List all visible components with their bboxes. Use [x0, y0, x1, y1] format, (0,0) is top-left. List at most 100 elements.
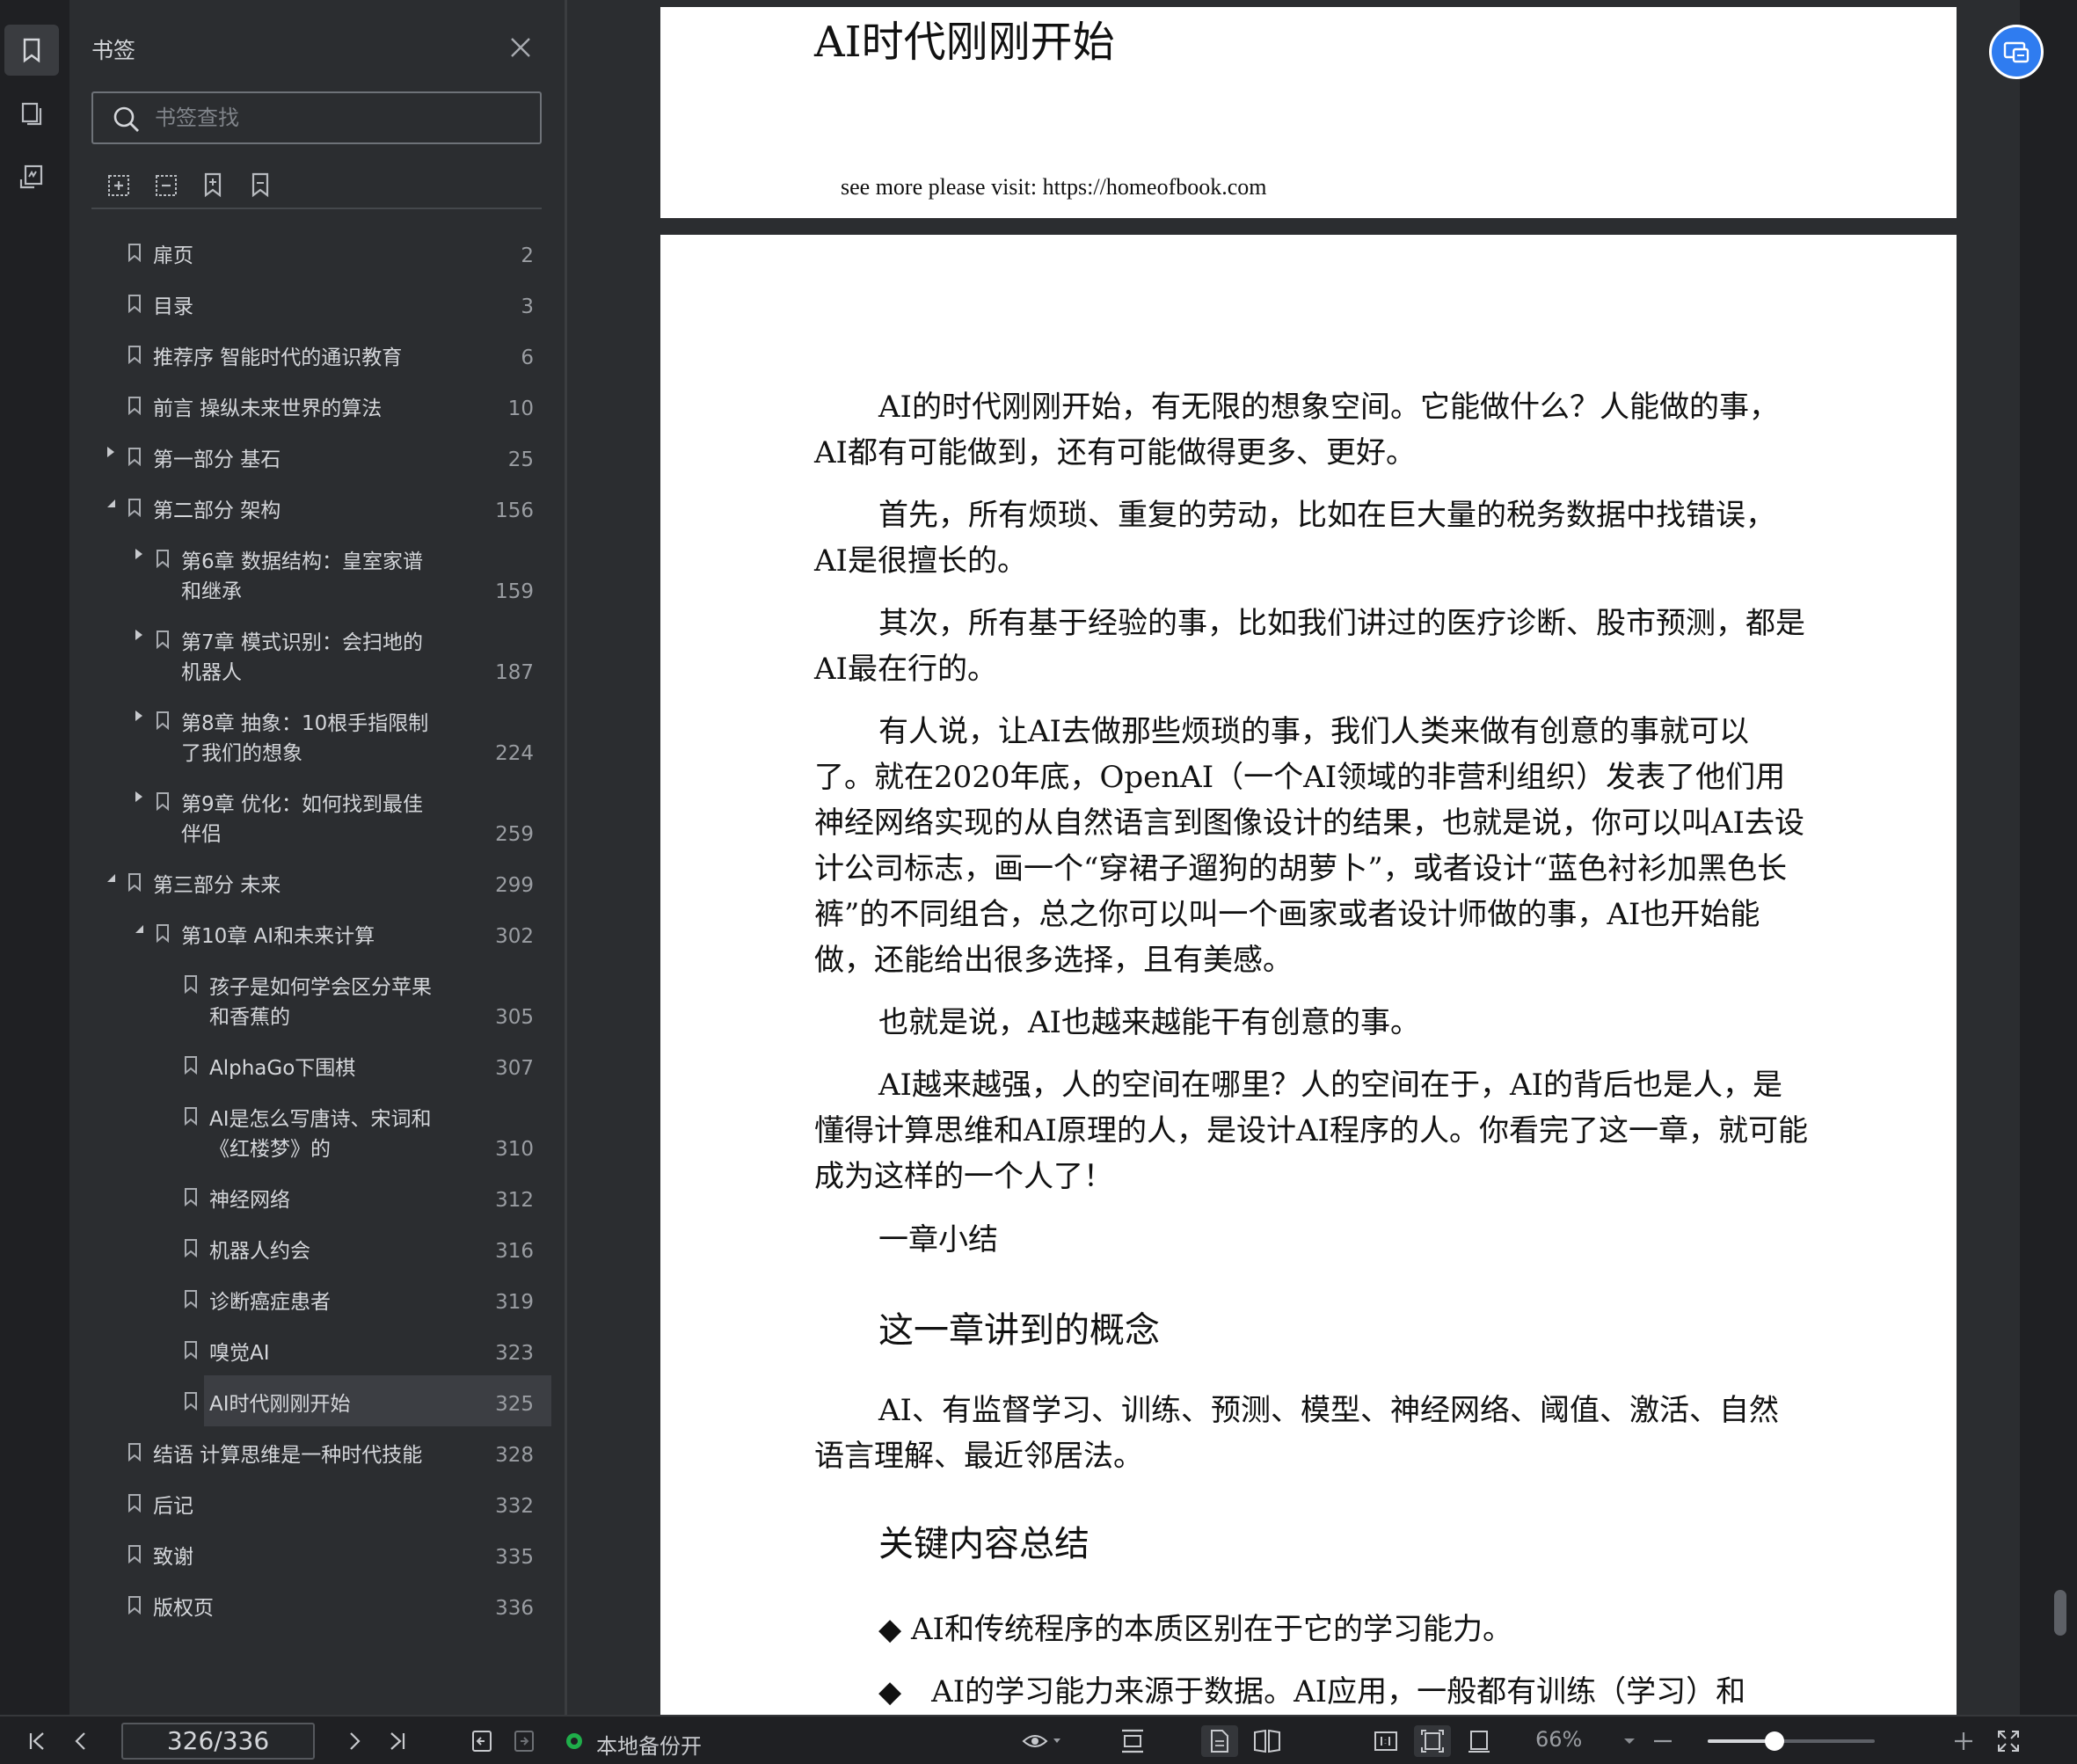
expand-all-button[interactable]	[100, 167, 135, 202]
bookmark-item[interactable]: AlphaGo下围棋 307	[83, 1039, 551, 1090]
bookmark-item[interactable]: AI是怎么写唐诗、宋词和 《红楼梦》的 310	[83, 1090, 551, 1171]
bookmark-page-number: 6	[521, 346, 534, 369]
bookmark-item[interactable]: 机器人约会 316	[83, 1222, 551, 1273]
zoom-level[interactable]: 66%	[1535, 1727, 1582, 1752]
annotation-tab-button[interactable]	[4, 151, 59, 202]
collapse-arrow-icon[interactable]	[132, 920, 146, 937]
bookmark-tab-button[interactable]	[4, 25, 59, 76]
bookmark-page-number: 310	[495, 1138, 534, 1161]
bookmark-item[interactable]: 第8章 抽象：10根手指限制 了我们的想象 224	[83, 695, 551, 776]
bookmark-search-input[interactable]	[155, 93, 524, 142]
collapse-all-button[interactable]	[148, 167, 183, 202]
bookmark-icon	[127, 872, 142, 892]
bookmark-label: AI时代刚刚开始	[209, 1393, 351, 1416]
bookmark-item[interactable]: 目录 3	[83, 278, 551, 329]
zoom-out-button[interactable]	[1650, 1725, 1676, 1757]
next-page-button[interactable]	[339, 1725, 370, 1757]
close-icon	[511, 38, 530, 57]
add-bookmark-button[interactable]	[195, 167, 230, 202]
remove-bookmark-icon	[251, 172, 269, 198]
bookmark-icon	[127, 345, 142, 364]
bookmark-item[interactable]: 后记 332	[83, 1477, 551, 1528]
expand-arrow-icon[interactable]	[132, 626, 146, 644]
bookmark-item[interactable]: 第6章 数据结构：皇室家谱 和继承 159	[83, 533, 551, 614]
bookmark-item[interactable]: 神经网络 312	[83, 1171, 551, 1222]
document-view[interactable]: AI时代刚刚开始 see more please visit: https://…	[565, 0, 2020, 1715]
zoom-slider-handle[interactable]	[1765, 1731, 1784, 1751]
bookmark-item[interactable]: 第三部分 未来 299	[83, 856, 551, 908]
bookmark-page-number: 328	[495, 1444, 534, 1467]
bookmark-item[interactable]: 致谢 335	[83, 1528, 551, 1579]
bookmark-search-box	[91, 91, 542, 144]
bookmark-label: 前言 操纵未来世界的算法	[153, 397, 383, 420]
collapse-arrow-icon[interactable]	[104, 494, 118, 512]
bookmark-page-number: 307	[495, 1057, 534, 1080]
bookmark-item[interactable]: 第9章 优化：如何找到最佳 伴侣 259	[83, 776, 551, 856]
expand-arrow-icon[interactable]	[132, 545, 146, 563]
bookmark-toolbar	[91, 167, 542, 209]
collapse-arrow-icon[interactable]	[104, 869, 118, 886]
bookmark-icon	[155, 711, 171, 730]
panel-title: 书签	[91, 38, 136, 63]
fullscreen-button[interactable]	[1993, 1725, 2024, 1757]
bookmark-icon	[155, 791, 171, 811]
bookmark-item[interactable]: 推荐序 智能时代的通识教育 6	[83, 329, 551, 380]
bookmark-label: 第8章 抽象：10根手指限制 了我们的想象	[181, 712, 429, 765]
first-page-button[interactable]	[21, 1725, 53, 1757]
bookmark-page-number: 312	[495, 1189, 534, 1212]
bookmark-item[interactable]: 第二部分 架构 156	[83, 482, 551, 533]
bookmark-item[interactable]: 第7章 模式识别：会扫地的 机器人 187	[83, 614, 551, 695]
bookmark-icon	[183, 1289, 199, 1308]
paragraph: AI的时代刚刚开始，有无限的想象空间。它能做什么？人能做的事，AI都有可能做到，…	[814, 390, 1779, 470]
remove-bookmark-button[interactable]	[243, 167, 278, 202]
expand-arrow-icon[interactable]	[132, 707, 146, 725]
previous-page-button[interactable]	[65, 1725, 97, 1757]
fit-width-button[interactable]	[1461, 1725, 1497, 1757]
bookmark-icon	[127, 243, 142, 262]
last-page-button[interactable]	[382, 1725, 413, 1757]
fit-page-button[interactable]	[1414, 1725, 1451, 1757]
bookmark-item[interactable]: 前言 操纵未来世界的算法 10	[83, 380, 551, 431]
bookmark-item[interactable]: 孩子是如何学会区分苹果 和香蕉的 305	[83, 959, 551, 1039]
scrollbar-thumb[interactable]	[2054, 1590, 2066, 1636]
float-action-button[interactable]	[1989, 25, 2044, 79]
bookmark-item[interactable]: 诊断癌症患者 319	[83, 1273, 551, 1324]
bookmark-label: 扉页	[153, 244, 193, 267]
close-panel-button[interactable]	[506, 33, 535, 62]
bookmark-page-number: 323	[495, 1342, 534, 1365]
bookmark-item[interactable]: 嗅觉AI 323	[83, 1324, 551, 1375]
thumbnail-tab-button[interactable]	[4, 88, 59, 139]
bookmark-label: 第三部分 未来	[153, 874, 281, 897]
bookmark-label: 第二部分 架构	[153, 499, 281, 522]
bookmark-item[interactable]: AI时代刚刚开始 325	[185, 1375, 551, 1426]
continuous-scroll-button[interactable]	[1115, 1725, 1150, 1757]
go-forward-button[interactable]	[508, 1725, 540, 1757]
expand-arrow-icon[interactable]	[132, 788, 146, 805]
go-back-icon	[472, 1731, 492, 1752]
bookmark-label: 致谢	[153, 1546, 193, 1569]
minus-icon	[1654, 1739, 1672, 1743]
zoom-in-button[interactable]	[1950, 1725, 1977, 1757]
left-icon-rail	[0, 0, 69, 1715]
actual-size-button[interactable]	[1368, 1725, 1403, 1757]
bookmark-label: AlphaGo下围棋	[209, 1057, 356, 1080]
zoom-dropdown-button[interactable]	[1616, 1725, 1643, 1757]
eye-protection-button[interactable]	[1017, 1725, 1066, 1757]
expand-arrow-icon[interactable]	[104, 443, 118, 461]
go-back-button[interactable]	[466, 1725, 498, 1757]
bookmark-item[interactable]: 第一部分 基石 25	[83, 431, 551, 482]
bookmark-item[interactable]: 扉页 2	[83, 227, 551, 278]
bookmark-label: 神经网络	[209, 1189, 290, 1212]
bookmark-item[interactable]: 第10章 AI和未来计算 302	[83, 908, 551, 959]
double-page-button[interactable]	[1249, 1725, 1286, 1757]
bookmark-icon	[127, 1442, 142, 1461]
page-number-input[interactable]: 326/336	[121, 1723, 315, 1760]
bookmark-item[interactable]: 结语 计算思维是一种时代技能 328	[83, 1426, 551, 1477]
bookmark-page-number: 299	[495, 874, 534, 897]
bookmark-label: 第一部分 基石	[153, 448, 281, 471]
backup-status-text[interactable]: 本地备份开	[596, 1729, 702, 1760]
bookmark-icon	[183, 1187, 199, 1206]
bookmark-icon	[127, 1595, 142, 1615]
bookmark-item[interactable]: 版权页 336	[83, 1579, 551, 1630]
single-page-button[interactable]	[1201, 1725, 1238, 1757]
